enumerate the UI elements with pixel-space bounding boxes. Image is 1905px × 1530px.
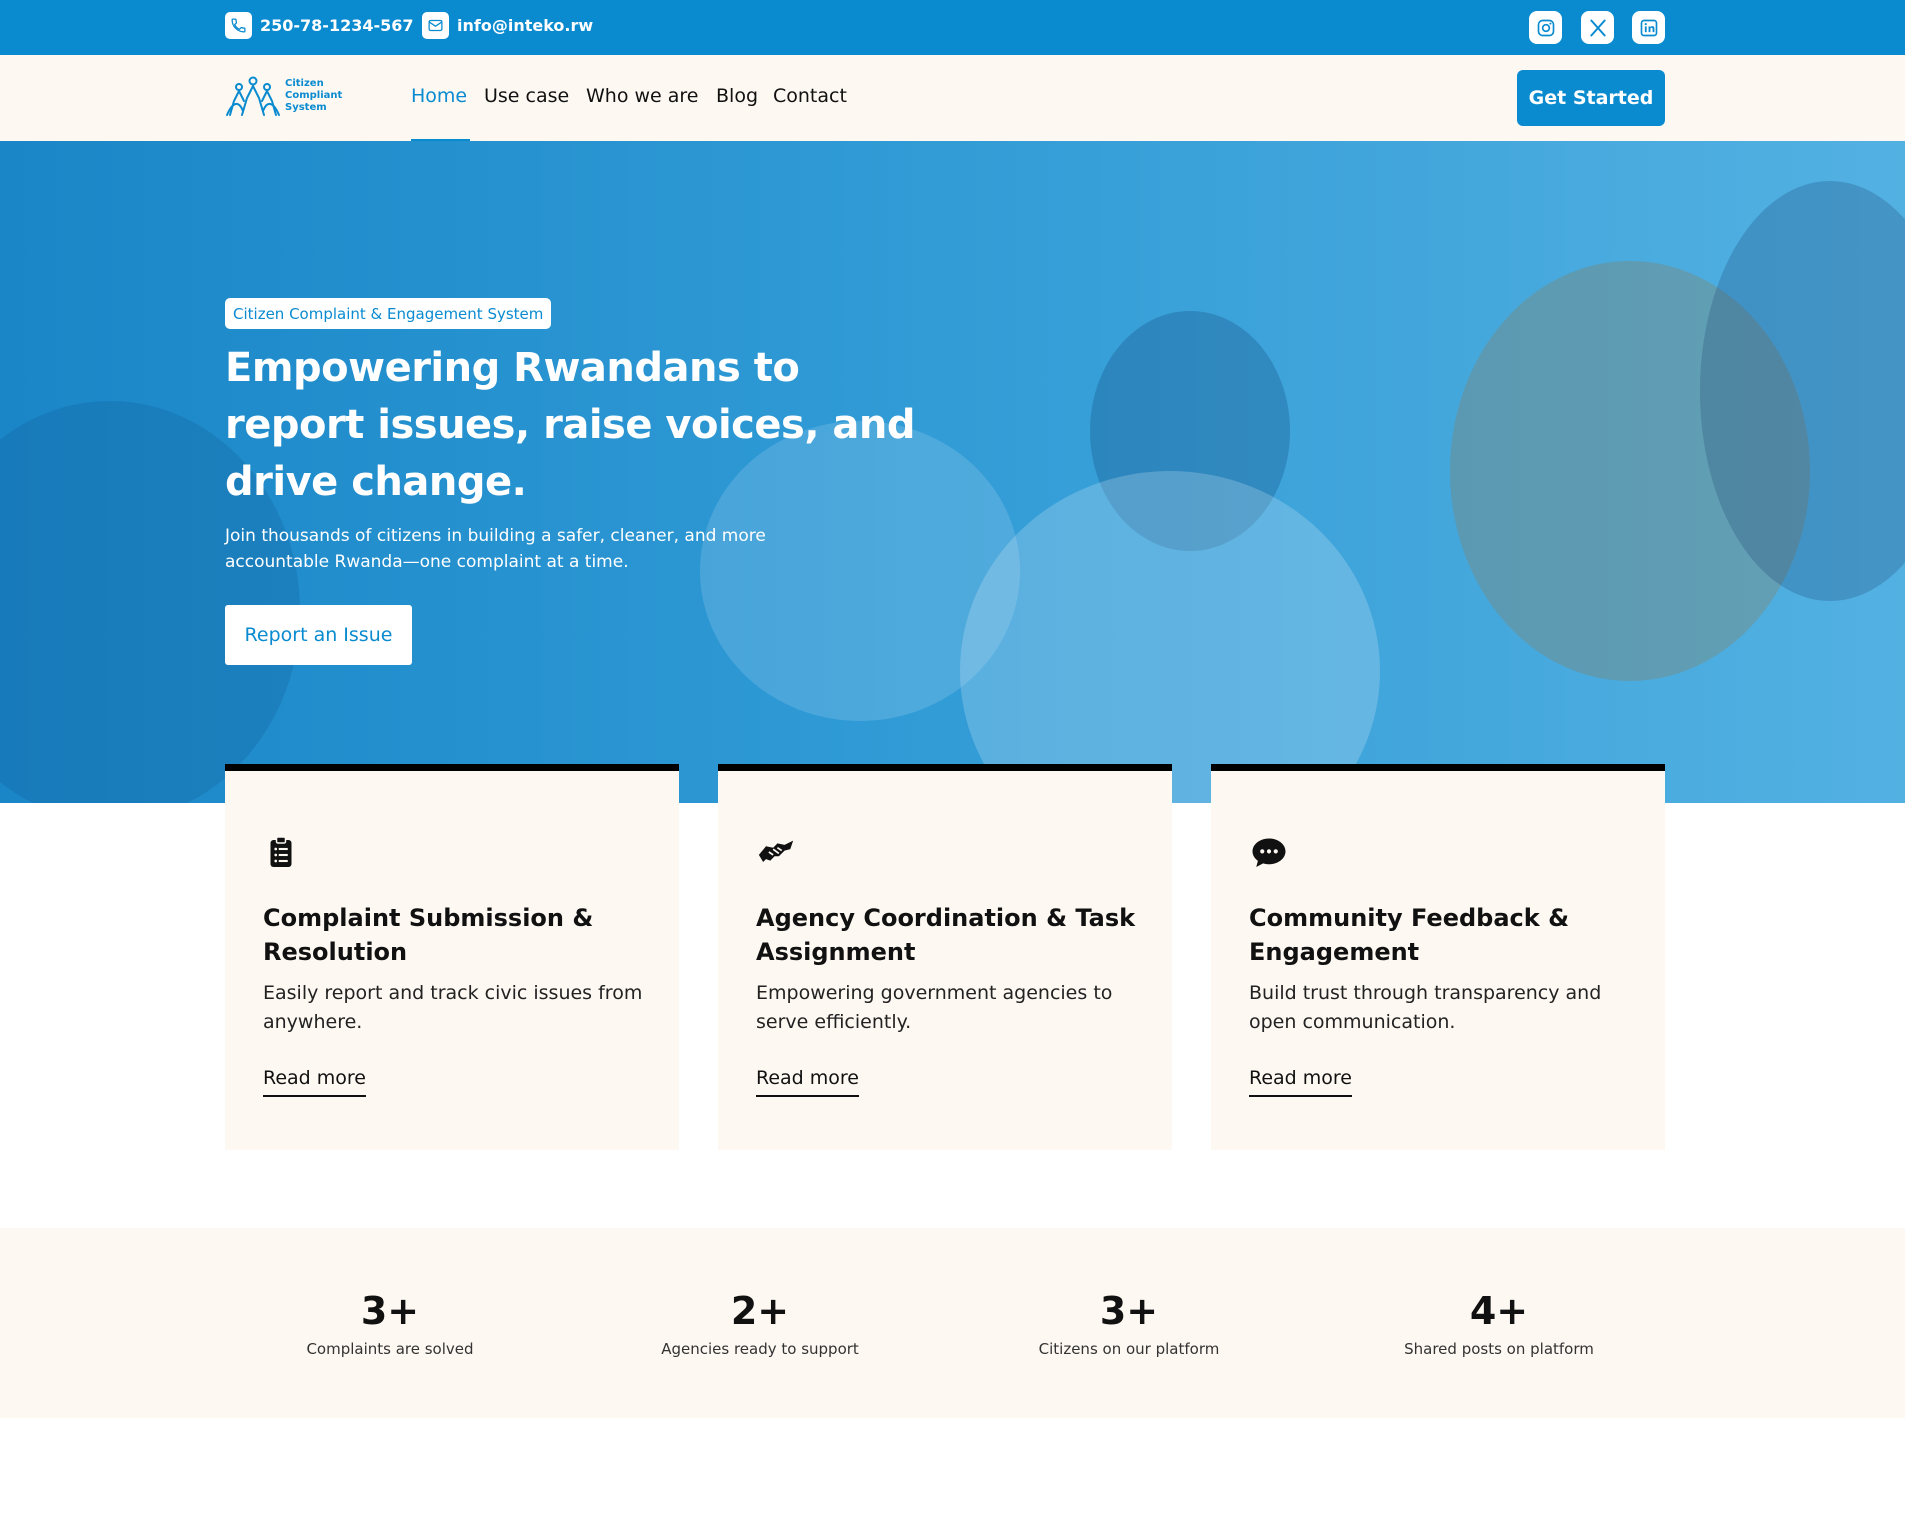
stat-value: 2+ <box>730 1289 790 1333</box>
mail-icon <box>422 12 449 39</box>
hero-photo-figure <box>960 471 1380 803</box>
stat-label: Complaints are solved <box>306 1340 474 1358</box>
x-icon[interactable] <box>1581 11 1614 44</box>
phone-contact[interactable]: 250-78-1234-567 <box>225 12 414 39</box>
brand-name-line3: System <box>285 102 327 113</box>
linkedin-icon[interactable] <box>1632 11 1665 44</box>
stat-value: 3+ <box>360 1289 420 1333</box>
hero-badge: Citizen Complaint & Engagement System <box>225 298 552 329</box>
nav-contact[interactable]: Contact <box>773 85 847 107</box>
card-description: Build trust through transparency and ope… <box>1249 982 1602 1033</box>
phone-number: 250-78-1234-567 <box>260 16 414 35</box>
feature-card: Complaint Submission & Resolution Easily… <box>225 764 679 1150</box>
email-contact[interactable]: info@inteko.rw <box>422 12 593 39</box>
stat-label: Citizens on our platform <box>1038 1340 1220 1358</box>
email-address: info@inteko.rw <box>457 16 594 35</box>
handshake-icon <box>756 834 794 870</box>
stat-value: 4+ <box>1469 1289 1529 1333</box>
chat-bubble-icon <box>1249 834 1286 870</box>
card-description: Easily report and track civic issues fro… <box>263 982 643 1033</box>
stats-section: 3+ Complaints are solved 2+ Agencies rea… <box>0 1228 1905 1418</box>
feature-card: Community Feedback & Engagement Build tr… <box>1211 764 1665 1150</box>
card-title: Complaint Submission & Resolution <box>263 904 594 966</box>
card-title: Agency Coordination & Task Assignment <box>756 904 1136 966</box>
brand-logo[interactable]: Citizen Compliant System <box>225 75 345 117</box>
stat-value: 3+ <box>1099 1289 1159 1333</box>
people-logo-icon <box>226 76 280 116</box>
hero-subtitle: Join thousands of citizens in building a… <box>225 526 766 572</box>
brand-name-line2: Compliant <box>285 90 343 101</box>
stat-item: 2+ Agencies ready to support <box>630 1290 890 1358</box>
instagram-icon[interactable] <box>1529 11 1562 44</box>
card-description: Empowering government agencies to serve … <box>756 982 1113 1033</box>
main-navbar: Citizen Compliant System Home Use case W… <box>0 55 1905 141</box>
brand-name-line1: Citizen <box>285 78 324 89</box>
nav-home[interactable]: Home <box>411 85 467 107</box>
stat-item: 4+ Shared posts on platform <box>1369 1290 1629 1358</box>
read-more-link[interactable]: Read more <box>756 1067 859 1097</box>
card-title: Community Feedback & Engagement <box>1249 904 1569 966</box>
phone-icon <box>225 12 252 39</box>
brand-name: Citizen Compliant System <box>285 78 345 114</box>
clipboard-list-icon <box>263 834 299 870</box>
feature-card: Agency Coordination & Task Assignment Em… <box>718 764 1172 1150</box>
stat-item: 3+ Citizens on our platform <box>999 1290 1259 1358</box>
nav-who-we-are[interactable]: Who we are <box>586 85 699 107</box>
read-more-link[interactable]: Read more <box>263 1067 366 1097</box>
stat-item: 3+ Complaints are solved <box>260 1290 520 1358</box>
stat-label: Shared posts on platform <box>1404 1340 1594 1358</box>
hero-title: Empowering Rwandans to report issues, ra… <box>225 345 916 505</box>
stat-label: Agencies ready to support <box>661 1340 859 1358</box>
nav-blog[interactable]: Blog <box>716 85 758 107</box>
report-issue-button[interactable]: Report an Issue <box>225 605 412 665</box>
read-more-link[interactable]: Read more <box>1249 1067 1352 1097</box>
top-bar: 250-78-1234-567 info@inteko.rw <box>0 0 1905 55</box>
nav-use-case[interactable]: Use case <box>484 85 569 107</box>
get-started-button[interactable]: Get Started <box>1517 70 1665 126</box>
